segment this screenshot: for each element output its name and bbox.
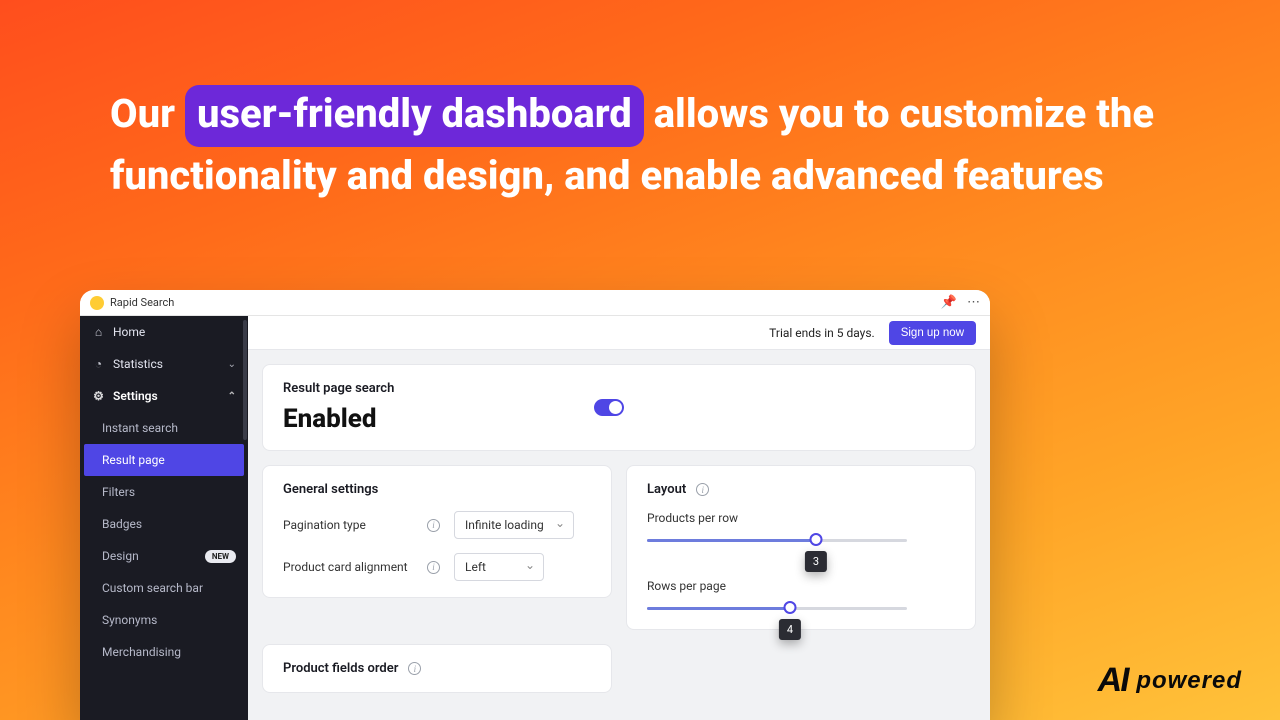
products-per-row-label: Products per row xyxy=(647,511,955,525)
sidebar-item-result-page[interactable]: Result page xyxy=(84,444,244,476)
sidebar-label: Settings xyxy=(113,389,158,403)
rows-per-page-slider[interactable]: 4 xyxy=(647,603,907,613)
info-icon[interactable]: i xyxy=(427,519,440,532)
sidebar-item-badges[interactable]: Badges xyxy=(80,508,248,540)
slider-value-bubble: 3 xyxy=(805,551,827,572)
alignment-select[interactable]: Left xyxy=(454,553,544,581)
sidebar-item-design[interactable]: Design NEW xyxy=(80,540,248,572)
result-page-search-card: Result page search Enabled xyxy=(262,364,976,451)
general-settings-card: General settings Pagination type i Infin… xyxy=(262,465,612,598)
product-fields-order-title: Product fields order xyxy=(283,661,398,676)
general-settings-title: General settings xyxy=(283,482,591,497)
layout-card: Layout i Products per row 3 Rows per pag… xyxy=(626,465,976,630)
enabled-toggle[interactable] xyxy=(594,399,624,416)
info-icon[interactable]: i xyxy=(696,483,709,496)
signup-button[interactable]: Sign up now xyxy=(889,321,976,345)
ai-text: powered xyxy=(1136,667,1242,695)
slider-value-bubble: 4 xyxy=(779,619,801,640)
alignment-label: Product card alignment xyxy=(283,560,413,574)
sidebar-label: Home xyxy=(113,325,145,339)
pagination-type-label: Pagination type xyxy=(283,518,413,532)
layout-title: Layout xyxy=(647,482,686,497)
app-logo-icon xyxy=(90,296,104,310)
app-window: Rapid Search 📌 ⋯ ⌂ Home ◔ Statistics ⌄ ⚙… xyxy=(80,290,990,720)
more-icon[interactable]: ⋯ xyxy=(967,295,980,310)
products-per-row-slider[interactable]: 3 xyxy=(647,535,907,545)
top-bar: Trial ends in 5 days. Sign up now xyxy=(248,316,990,350)
chevron-down-icon: ⌄ xyxy=(228,359,236,370)
info-icon[interactable]: i xyxy=(408,662,421,675)
slider-fill xyxy=(647,539,816,542)
ai-mark: AI xyxy=(1095,661,1132,700)
sidebar-item-statistics[interactable]: ◔ Statistics ⌄ xyxy=(80,348,248,380)
slider-knob[interactable] xyxy=(810,533,823,546)
slider-fill xyxy=(647,607,790,610)
sidebar-item-instant-search[interactable]: Instant search xyxy=(80,412,248,444)
main-panel: Trial ends in 5 days. Sign up now Result… xyxy=(248,316,990,720)
sidebar-item-merchandising[interactable]: Merchandising xyxy=(80,636,248,668)
result-page-status: Enabled xyxy=(283,404,394,434)
sidebar: ⌂ Home ◔ Statistics ⌄ ⚙ Settings ⌃ Insta… xyxy=(80,316,248,720)
sidebar-item-settings[interactable]: ⚙ Settings ⌃ xyxy=(80,380,248,412)
ai-powered-badge: AI powered xyxy=(1098,661,1242,700)
sidebar-label: Statistics xyxy=(113,357,163,371)
chevron-up-icon: ⌃ xyxy=(228,391,236,402)
info-icon[interactable]: i xyxy=(427,561,440,574)
product-fields-order-card: Product fields order i xyxy=(262,644,612,693)
sidebar-item-synonyms[interactable]: Synonyms xyxy=(80,604,248,636)
headline-pre: Our xyxy=(110,90,185,137)
app-title: Rapid Search xyxy=(110,296,174,309)
new-badge: NEW xyxy=(205,550,236,563)
result-page-search-label: Result page search xyxy=(283,381,394,396)
sidebar-item-custom-search-bar[interactable]: Custom search bar xyxy=(80,572,248,604)
marketing-headline: Our user-friendly dashboard allows you t… xyxy=(110,85,1170,205)
home-icon: ⌂ xyxy=(92,325,105,339)
sidebar-item-home[interactable]: ⌂ Home xyxy=(80,316,248,348)
sidebar-scrollbar[interactable] xyxy=(243,320,247,440)
trial-text: Trial ends in 5 days. xyxy=(769,326,875,340)
rows-per-page-label: Rows per page xyxy=(647,579,955,593)
slider-knob[interactable] xyxy=(784,601,797,614)
window-titlebar: Rapid Search 📌 ⋯ xyxy=(80,290,990,316)
pin-icon[interactable]: 📌 xyxy=(941,295,957,310)
pagination-type-select[interactable]: Infinite loading xyxy=(454,511,574,539)
statistics-icon: ◔ xyxy=(92,357,105,371)
headline-highlight: user-friendly dashboard xyxy=(185,85,644,147)
gear-icon: ⚙ xyxy=(92,389,105,403)
sidebar-item-filters[interactable]: Filters xyxy=(80,476,248,508)
